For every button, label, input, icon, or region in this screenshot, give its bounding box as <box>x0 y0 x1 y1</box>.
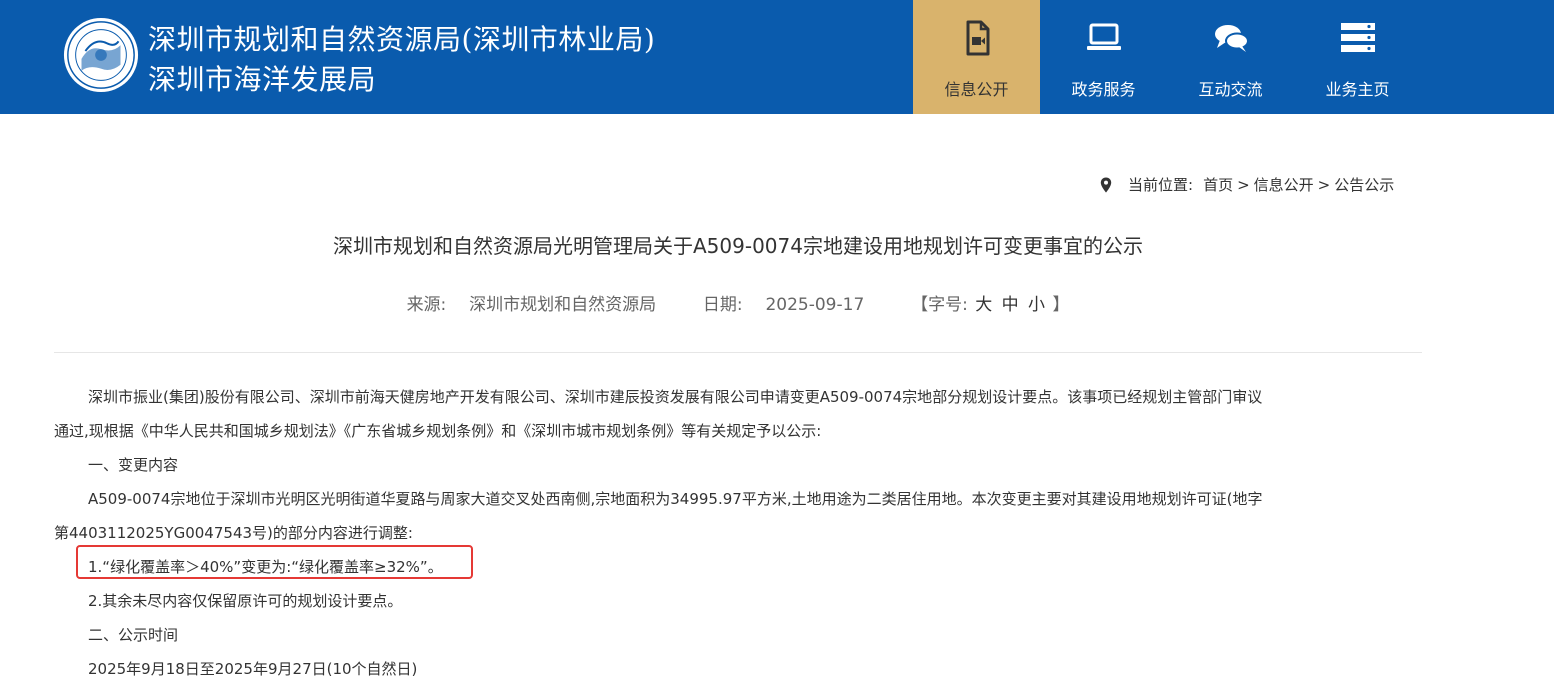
nav-info-disclosure[interactable]: 信息公开 <box>913 0 1040 114</box>
font-size-suffix: 】 <box>1052 295 1070 315</box>
breadcrumb-announcements[interactable]: 公告公示 <box>1334 174 1394 195</box>
paragraph: A509-0074宗地位于深圳市光明区光明街道华夏路与周家大道交叉处西南侧,宗地… <box>88 490 1263 508</box>
nav-label: 政务服务 <box>1071 80 1136 99</box>
breadcrumb-prefix: 当前位置: <box>1128 176 1194 194</box>
highlighted-change-item: 1.“绿化覆盖率＞40%”变更为:“绿化覆盖率≥32%”。 <box>88 558 443 576</box>
date-label: 日期: <box>702 295 743 315</box>
nav-label: 业务主页 <box>1325 80 1390 99</box>
laptop-icon <box>1086 23 1121 50</box>
nav-label: 信息公开 <box>944 80 1009 99</box>
nav-business-home[interactable]: 业务主页 <box>1294 0 1421 114</box>
site-header: 深圳市规划和自然资源局(深圳市林业局) 深圳市海洋发展局 信息公开 政务服务 互… <box>0 0 1554 114</box>
breadcrumb-separator: > <box>1237 175 1250 194</box>
section-heading: 一、变更内容 <box>88 456 179 474</box>
paragraph: 2.其余未尽内容仅保留原许可的规划设计要点。 <box>88 592 403 610</box>
paragraph: 第4403112025YG0047543号)的部分内容进行调整: <box>54 524 413 542</box>
article-meta: 来源: 深圳市规划和自然资源局 日期: 2025-09-17 【字号: 大 中 … <box>54 290 1422 315</box>
article-body: 深圳市振业(集团)股份有限公司、深圳市前海天健房地产开发有限公司、深圳市建辰投资… <box>54 380 1434 686</box>
date-value: 2025-09-17 <box>765 295 865 315</box>
paragraph: 通过,现根据《中华人民共和国城乡规划法》《广东省城乡规划条例》和《深圳市城市规划… <box>54 422 822 440</box>
location-pin-icon <box>1100 177 1112 192</box>
breadcrumb: 当前位置: 首页 > 信息公开 > 公告公示 <box>1100 174 1394 195</box>
section-heading: 二、公示时间 <box>88 626 179 644</box>
source-value: 深圳市规划和自然资源局 <box>469 295 657 315</box>
font-size-prefix: 【字号: <box>911 295 968 315</box>
breadcrumb-home[interactable]: 首页 <box>1203 174 1233 195</box>
breadcrumb-separator: > <box>1317 175 1331 194</box>
nav-label: 互动交流 <box>1198 80 1263 99</box>
source-label: 来源: <box>406 295 447 315</box>
font-size-large[interactable]: 大 <box>975 295 992 315</box>
article-title: 深圳市规划和自然资源局光明管理局关于A509-0074宗地建设用地规划许可变更事… <box>333 234 1143 258</box>
nav-interaction[interactable]: 互动交流 <box>1167 0 1294 114</box>
chat-bubbles-icon <box>1214 25 1249 52</box>
government-emblem-icon[interactable] <box>62 16 140 94</box>
nav-government-services[interactable]: 政务服务 <box>1040 0 1167 114</box>
org-name-line2: 深圳市海洋发展局 <box>148 63 377 96</box>
divider <box>54 352 1422 353</box>
font-size-small[interactable]: 小 <box>1028 295 1045 315</box>
paragraph: 2025年9月18日至2025年9月27日(10个自然日) <box>88 660 418 678</box>
font-size-medium[interactable]: 中 <box>1002 295 1019 315</box>
video-file-icon <box>966 20 989 56</box>
breadcrumb-info-disclosure[interactable]: 信息公开 <box>1254 174 1314 195</box>
org-name-line1: 深圳市规划和自然资源局(深圳市林业局) <box>148 23 656 56</box>
paragraph: 深圳市振业(集团)股份有限公司、深圳市前海天健房地产开发有限公司、深圳市建辰投资… <box>88 388 1263 406</box>
server-stack-icon <box>1340 23 1375 52</box>
